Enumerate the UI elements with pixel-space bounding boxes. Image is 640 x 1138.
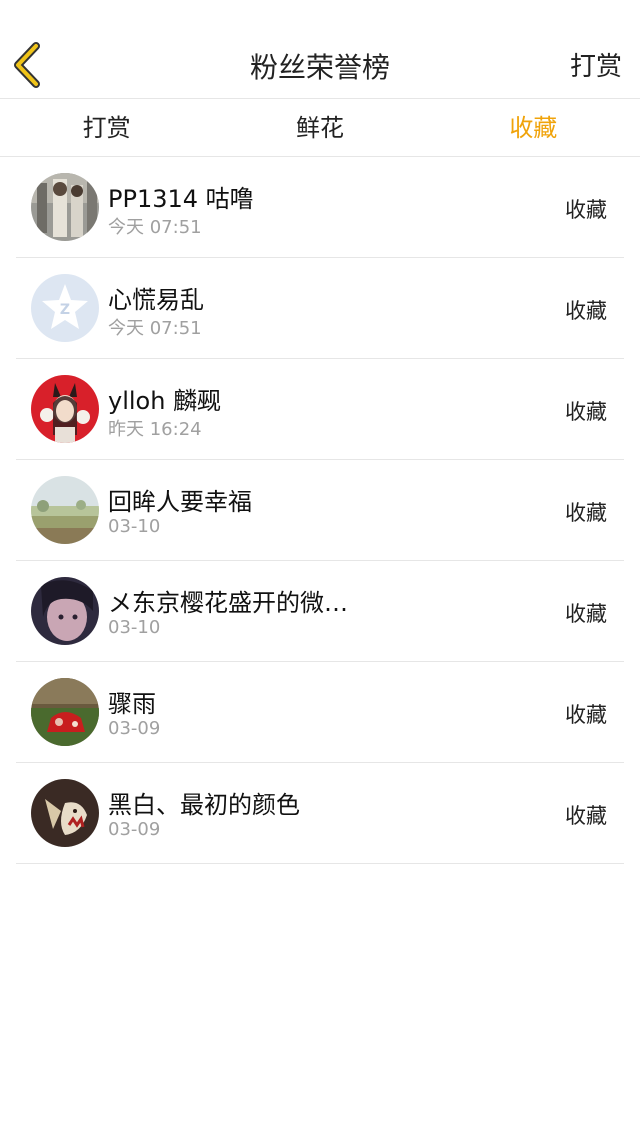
fan-name: 黑白、最初的颜色 [108, 791, 300, 819]
list-item[interactable]: メ东京樱花盛开的微… 03-10 收藏 [16, 561, 624, 662]
fan-time: 03-10 [108, 617, 161, 638]
fan-name: 回眸人要幸福 [108, 488, 252, 516]
fan-name: 骤雨 [108, 690, 156, 718]
list-item[interactable]: 骤雨 03-09 收藏 [16, 662, 624, 763]
fan-list: PP1314 咕噜 今天 07:51 收藏 Z 心慌易乱 今天 07:51 收藏 [0, 157, 640, 864]
avatar[interactable] [31, 678, 99, 746]
action-label: 收藏 [565, 198, 607, 222]
list-item[interactable]: Z 心慌易乱 今天 07:51 收藏 [16, 258, 624, 359]
fan-time: 昨天 16:24 [108, 419, 202, 440]
avatar[interactable]: Z [31, 274, 99, 342]
avatar[interactable] [31, 476, 99, 544]
svg-text:Z: Z [60, 302, 70, 318]
fan-time: 03-09 [108, 819, 161, 840]
list-item[interactable]: ylloh 麟觋 昨天 16:24 收藏 [16, 359, 624, 460]
action-label: 收藏 [565, 703, 607, 727]
list-item[interactable]: 黑白、最初的颜色 03-09 收藏 [16, 763, 624, 864]
tab-flowers[interactable]: 鲜花 [213, 99, 426, 156]
fan-name: PP1314 咕噜 [108, 185, 254, 213]
action-label: 收藏 [565, 400, 607, 424]
action-label: 收藏 [565, 299, 607, 323]
avatar[interactable] [31, 375, 99, 443]
avatar[interactable] [31, 577, 99, 645]
fan-time: 今天 07:51 [108, 217, 202, 238]
fan-name: ylloh 麟觋 [108, 387, 222, 415]
action-label: 收藏 [565, 602, 607, 626]
fan-time: 03-09 [108, 718, 161, 739]
nav-bar: 粉丝荣誉榜 打赏 [0, 0, 640, 99]
tab-reward[interactable]: 打赏 [0, 99, 213, 156]
tab-favorites[interactable]: 收藏 [427, 99, 640, 156]
avatar[interactable] [31, 173, 99, 241]
list-item[interactable]: PP1314 咕噜 今天 07:51 收藏 [16, 157, 624, 258]
avatar[interactable] [31, 779, 99, 847]
page-title: 粉丝荣誉榜 [249, 51, 390, 84]
fan-name: メ东京樱花盛开的微… [108, 589, 348, 617]
reward-button[interactable]: 打赏 [570, 46, 622, 83]
action-label: 收藏 [565, 804, 607, 828]
list-item[interactable]: 回眸人要幸福 03-10 收藏 [16, 460, 624, 561]
action-label: 收藏 [565, 501, 607, 525]
fan-time: 03-10 [108, 516, 161, 537]
tab-bar: 打赏 鲜花 收藏 [0, 99, 640, 157]
fan-time: 今天 07:51 [108, 318, 202, 339]
fan-name: 心慌易乱 [108, 286, 204, 314]
